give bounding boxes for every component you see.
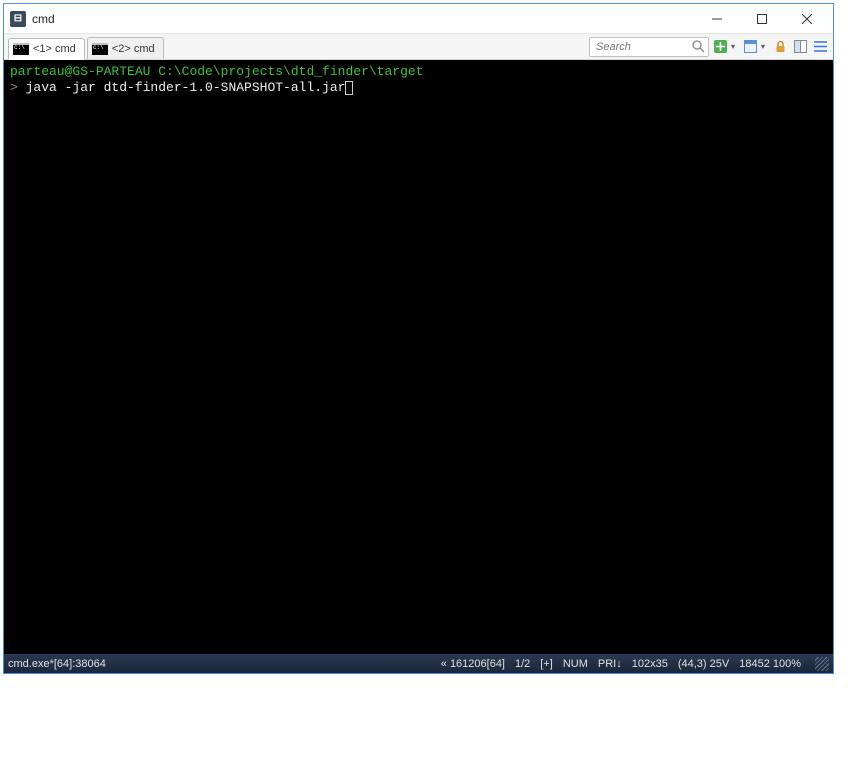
status-num: NUM xyxy=(563,658,588,670)
window: ⊟ cmd <1> cmd <2> cmd xyxy=(3,3,834,674)
search-input[interactable] xyxy=(589,37,709,57)
chevron-down-icon[interactable]: ▾ xyxy=(761,42,769,51)
cmd-icon xyxy=(92,43,108,55)
toolbar: <1> cmd <2> cmd ▾ ▾ xyxy=(4,34,833,60)
panel-button[interactable] xyxy=(741,38,759,56)
search-icon[interactable] xyxy=(692,40,705,58)
command-text: java -jar dtd-finder-1.0-SNAPSHOT-all.ja… xyxy=(26,80,346,95)
statusbar: cmd.exe*[64]:38064 « 161206[64] 1/2 [+] … xyxy=(4,654,833,673)
new-button[interactable] xyxy=(711,38,729,56)
lock-icon[interactable] xyxy=(771,38,789,56)
chevron-down-icon[interactable]: ▾ xyxy=(731,42,739,51)
status-size: 102x35 xyxy=(632,658,668,670)
status-process: cmd.exe*[64]:38064 xyxy=(8,658,106,670)
search-wrap xyxy=(589,37,709,57)
prompt-user: parteau@GS-PARTEAU xyxy=(10,64,158,79)
prompt-symbol: > xyxy=(10,80,26,95)
tab-label: <1> cmd xyxy=(33,43,76,55)
tab-2[interactable]: <2> cmd xyxy=(87,37,164,59)
prompt-path: C:\Code\projects\dtd_finder\target xyxy=(158,64,423,79)
tab-label: <2> cmd xyxy=(112,43,155,55)
status-scroll: 18452 100% xyxy=(739,658,801,670)
status-modified: [+] xyxy=(540,658,553,670)
close-button[interactable] xyxy=(784,5,829,33)
status-chars: « 161206[64] xyxy=(441,658,505,670)
app-icon: ⊟ xyxy=(10,11,26,27)
status-pri: PRI↓ xyxy=(598,658,622,670)
terminal-area[interactable]: parteau@GS-PARTEAU C:\Code\projects\dtd_… xyxy=(4,60,833,654)
window-title: cmd xyxy=(32,12,694,26)
toolbar-right: ▾ ▾ xyxy=(589,37,829,57)
status-cursor: (44,3) 25V xyxy=(678,658,729,670)
tab-bar: <1> cmd <2> cmd xyxy=(8,34,587,59)
split-view-icon[interactable] xyxy=(791,38,809,56)
resize-grip[interactable] xyxy=(815,657,829,671)
minimize-button[interactable] xyxy=(694,5,739,33)
titlebar[interactable]: ⊟ cmd xyxy=(4,4,833,34)
tab-1[interactable]: <1> cmd xyxy=(8,38,85,60)
cmd-icon xyxy=(13,43,29,55)
status-page: 1/2 xyxy=(515,658,530,670)
menu-icon[interactable] xyxy=(811,38,829,56)
window-controls xyxy=(694,5,829,33)
cursor xyxy=(345,81,353,95)
maximize-button[interactable] xyxy=(739,5,784,33)
